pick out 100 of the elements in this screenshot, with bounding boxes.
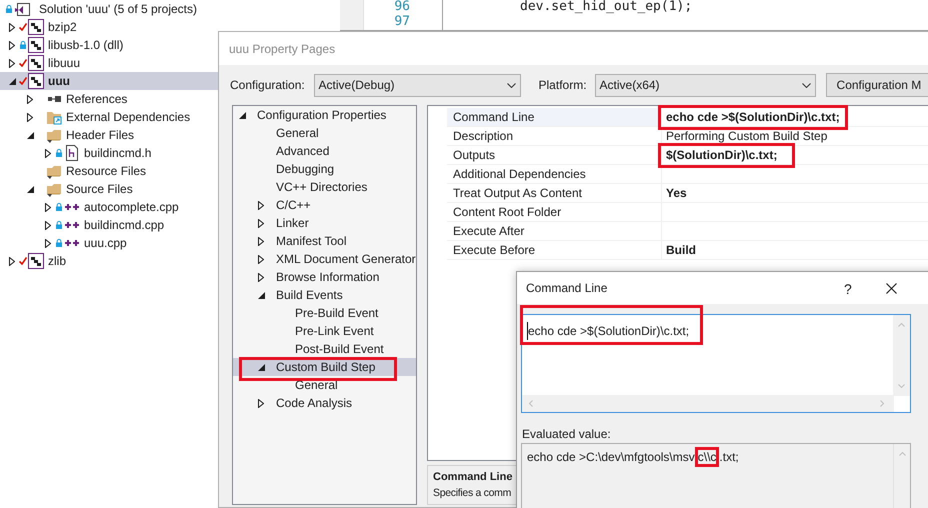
tree-item[interactable]: References bbox=[0, 90, 218, 108]
tree-item[interactable]: Source Files bbox=[0, 180, 218, 198]
configuration-manager-button[interactable]: Configuration M bbox=[826, 73, 928, 97]
tree-item[interactable]: Advanced bbox=[233, 142, 416, 160]
close-icon bbox=[886, 283, 897, 294]
project-icon bbox=[28, 19, 44, 35]
collapse-arrow-icon[interactable] bbox=[238, 112, 246, 118]
tree-item[interactable]: Code Analysis bbox=[233, 394, 416, 412]
description-text: Specifies a comm bbox=[433, 486, 512, 500]
tree-item[interactable]: Browse Information bbox=[233, 268, 416, 286]
expand-arrow-icon[interactable] bbox=[9, 22, 15, 32]
tree-item[interactable]: VC++ Directories bbox=[233, 178, 416, 196]
tree-item[interactable]: Build Events bbox=[233, 286, 416, 304]
tree-item[interactable]: libusb-1.0 (dll) bbox=[0, 36, 218, 54]
tree-item[interactable]: Configuration Properties bbox=[233, 106, 416, 124]
collapse-arrow-icon[interactable] bbox=[8, 78, 16, 84]
folder-icon bbox=[46, 127, 62, 143]
tree-item[interactable]: bzip2 bbox=[0, 18, 218, 36]
tree-item[interactable]: buildincmd.h bbox=[0, 144, 218, 162]
dialog-title: Command Line bbox=[526, 280, 608, 297]
command-text[interactable]: echo cde >$(SolutionDir)\c.txt; bbox=[527, 322, 690, 340]
vertical-scrollbar[interactable] bbox=[893, 315, 910, 396]
tree-item[interactable]: Post-Build Event bbox=[233, 340, 416, 358]
tree-item[interactable]: External Dependencies bbox=[0, 108, 218, 126]
property-value[interactable]: $(SolutionDir)\c.txt; bbox=[666, 148, 778, 162]
project-icon bbox=[28, 73, 44, 89]
expand-arrow-icon[interactable] bbox=[258, 218, 264, 228]
horizontal-scrollbar[interactable] bbox=[522, 395, 894, 412]
expand-arrow-icon[interactable] bbox=[45, 148, 51, 158]
tree-item[interactable]: C/C++ bbox=[233, 196, 416, 214]
tree-item[interactable]: uuu.cpp bbox=[0, 234, 218, 252]
tree-item[interactable]: XML Document Generator bbox=[233, 250, 416, 268]
expand-arrow-icon[interactable] bbox=[258, 272, 264, 282]
expand-arrow-icon[interactable] bbox=[45, 202, 51, 212]
property-name[interactable]: Description bbox=[447, 127, 662, 145]
tree-item[interactable]: General bbox=[233, 376, 416, 394]
project-icon bbox=[28, 253, 44, 269]
expand-arrow-icon[interactable] bbox=[9, 256, 15, 266]
scroll-up-icon bbox=[899, 452, 906, 456]
tree-item[interactable]: Header Files bbox=[0, 126, 218, 144]
evaluated-value-text: echo cde >C:\dev\mfgtools\msv c\\c .txt; bbox=[527, 448, 739, 466]
folder-icon bbox=[46, 109, 62, 125]
expand-arrow-icon[interactable] bbox=[9, 40, 15, 50]
property-value[interactable]: echo cde >$(SolutionDir)\c.txt; bbox=[666, 110, 840, 124]
property-name[interactable]: Execute After bbox=[447, 222, 662, 240]
expand-arrow-icon[interactable] bbox=[27, 112, 33, 122]
property-value[interactable]: Build bbox=[666, 243, 696, 257]
expand-arrow-icon[interactable] bbox=[45, 238, 51, 248]
tree-item[interactable]: Debugging bbox=[233, 160, 416, 178]
code-line: dev.set_hid_out_ep(1); bbox=[520, 0, 692, 14]
collapse-arrow-icon[interactable] bbox=[258, 364, 264, 370]
tree-item[interactable]: Manifest Tool bbox=[233, 232, 416, 250]
solution-label[interactable]: Solution 'uuu' (5 of 5 projects) bbox=[39, 0, 198, 18]
scroll-right-icon bbox=[880, 400, 884, 407]
dialog-title: uuu Property Pages bbox=[229, 40, 336, 58]
property-name[interactable]: Outputs bbox=[447, 146, 662, 164]
platform-dropdown[interactable]: Active(x64) bbox=[594, 74, 816, 96]
header-file-icon bbox=[66, 145, 78, 161]
tree-item[interactable]: Pre-Build Event bbox=[233, 304, 416, 322]
expand-arrow-icon[interactable] bbox=[258, 236, 264, 246]
folder-icon bbox=[46, 163, 62, 179]
tree-item[interactable]: Pre-Link Event bbox=[233, 322, 416, 340]
tree-item[interactable]: uuu bbox=[0, 72, 218, 90]
tree-item[interactable]: General bbox=[233, 124, 416, 142]
project-icon bbox=[28, 37, 44, 53]
collapse-arrow-icon[interactable] bbox=[258, 292, 264, 298]
tree-item[interactable]: libuuu bbox=[0, 54, 218, 72]
line-number: 97 bbox=[393, 14, 410, 29]
description-title: Command Line bbox=[433, 470, 512, 485]
command-text-area[interactable]: echo cde >$(SolutionDir)\c.txt; bbox=[521, 314, 911, 413]
line-number: 96 bbox=[393, 0, 410, 14]
scroll-down-icon bbox=[898, 384, 905, 388]
property-value[interactable]: Yes bbox=[666, 186, 687, 200]
expand-arrow-icon[interactable] bbox=[9, 58, 15, 68]
scroll-up-icon bbox=[898, 323, 905, 327]
tree-item[interactable]: Resource Files bbox=[0, 162, 218, 180]
property-name[interactable]: Execute Before bbox=[447, 241, 662, 259]
evaluated-label: Evaluated value: bbox=[522, 426, 612, 441]
property-name[interactable]: Treat Output As Content bbox=[447, 184, 662, 202]
property-name[interactable]: Content Root Folder bbox=[447, 203, 662, 221]
expand-arrow-icon[interactable] bbox=[45, 220, 51, 230]
tree-item[interactable]: buildincmd.cpp bbox=[0, 216, 218, 234]
property-name[interactable]: Additional Dependencies bbox=[447, 165, 662, 183]
collapse-arrow-icon[interactable] bbox=[26, 132, 34, 138]
platform-label: Platform: bbox=[538, 77, 587, 94]
tree-item[interactable]: Linker bbox=[233, 214, 416, 232]
configuration-label: Configuration: bbox=[230, 77, 306, 94]
property-value[interactable]: Performing Custom Build Step bbox=[666, 129, 828, 143]
property-name[interactable]: Command Line bbox=[447, 108, 662, 126]
project-icon bbox=[28, 55, 44, 71]
help-button[interactable]: ? bbox=[844, 279, 852, 300]
expand-arrow-icon[interactable] bbox=[258, 200, 264, 210]
folder-icon bbox=[46, 181, 62, 197]
expand-arrow-icon[interactable] bbox=[258, 254, 264, 264]
tree-item[interactable]: zlib bbox=[0, 252, 218, 270]
tree-item[interactable]: autocomplete.cpp bbox=[0, 198, 218, 216]
collapse-arrow-icon[interactable] bbox=[26, 186, 34, 192]
expand-arrow-icon[interactable] bbox=[258, 398, 264, 408]
expand-arrow-icon[interactable] bbox=[27, 94, 33, 104]
configuration-dropdown[interactable]: Active(Debug) bbox=[314, 74, 521, 96]
